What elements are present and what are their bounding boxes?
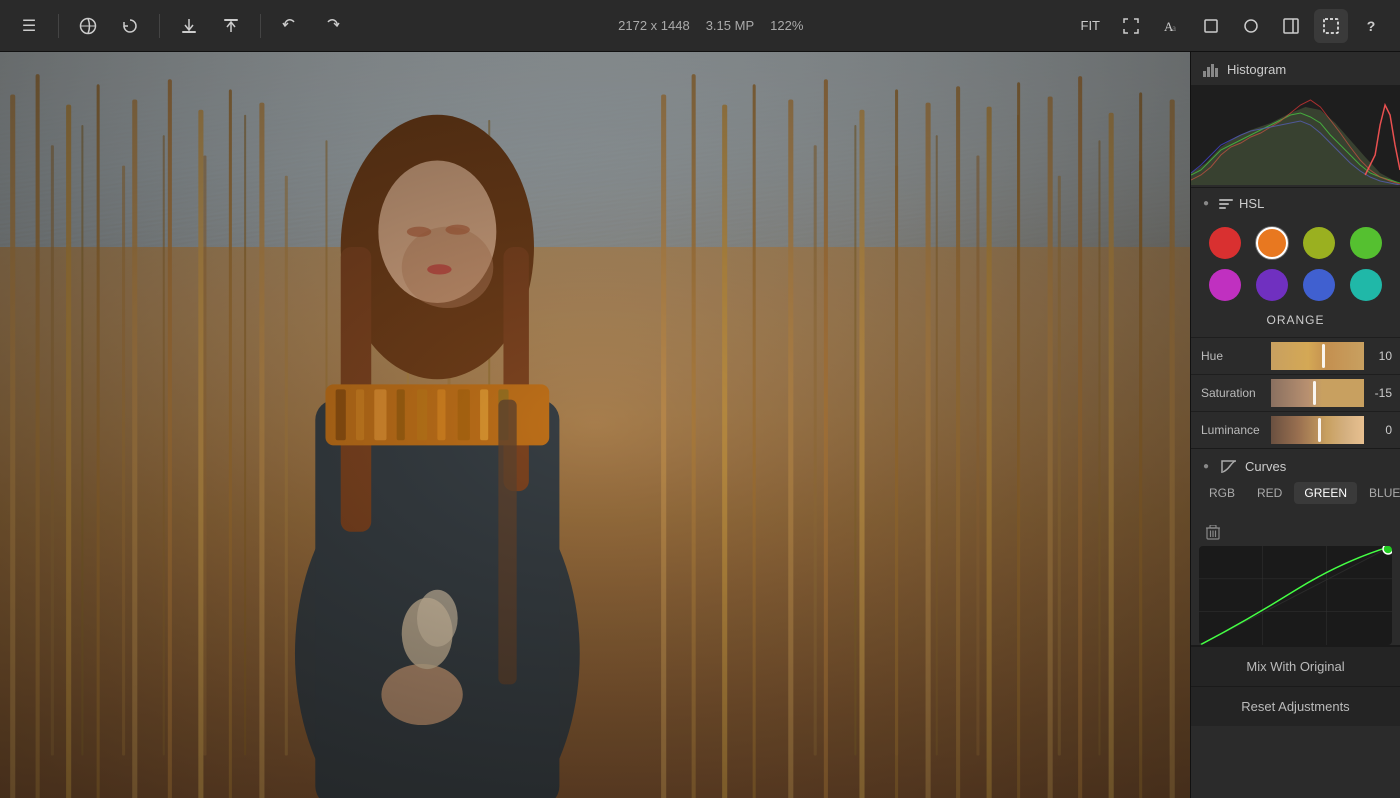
saturation-track-wrap[interactable] [1271, 379, 1364, 407]
luminance-label: Luminance [1191, 417, 1271, 443]
curves-icon [1221, 460, 1237, 474]
compare-button[interactable] [71, 9, 105, 43]
hsl-collapse-icon: ● [1203, 198, 1209, 209]
hue-label: Hue [1191, 343, 1271, 369]
luminance-track[interactable] [1271, 416, 1364, 444]
histogram-header: Histogram [1191, 52, 1400, 85]
color-red[interactable] [1209, 227, 1241, 259]
hue-track-wrap[interactable] [1271, 342, 1364, 370]
right-panel: Histogram [1190, 52, 1400, 798]
color-yellow-green[interactable] [1303, 227, 1335, 259]
color-purple[interactable] [1256, 269, 1288, 301]
image-dimensions: 2172 x 1448 [618, 18, 690, 33]
color-blue[interactable] [1303, 269, 1335, 301]
curves-title: Curves [1245, 459, 1286, 474]
photo-canvas [0, 52, 1190, 798]
hue-track[interactable] [1271, 342, 1364, 370]
download-button[interactable] [172, 9, 206, 43]
toolbar-left: ☰ [12, 9, 349, 43]
fullscreen-button[interactable] [1114, 9, 1148, 43]
hue-slider-row: Hue 10 [1191, 337, 1400, 374]
undo-button[interactable] [273, 9, 307, 43]
divider-1 [58, 14, 59, 38]
color-green[interactable] [1350, 227, 1382, 259]
bottom-section: Mix With Original Reset Adjustments [1191, 645, 1400, 726]
hsl-section: ● HSL ORANGE Hue [1191, 187, 1400, 448]
histogram-canvas [1191, 85, 1400, 185]
saturation-slider-row: Saturation -15 [1191, 374, 1400, 411]
hue-value: 10 [1364, 349, 1400, 363]
history-button[interactable] [113, 9, 147, 43]
curve-tab-red[interactable]: RED [1247, 482, 1292, 504]
menu-button[interactable]: ☰ [12, 9, 46, 43]
mix-with-original-button[interactable]: Mix With Original [1191, 646, 1400, 686]
image-area [0, 52, 1190, 798]
circle-tool-button[interactable] [1234, 9, 1268, 43]
saturation-label: Saturation [1191, 380, 1271, 406]
hsl-title: HSL [1239, 196, 1264, 211]
panel-button[interactable] [1274, 9, 1308, 43]
main-area: Histogram [0, 52, 1400, 798]
photo-svg [0, 52, 1190, 798]
select-tool-button[interactable] [1314, 9, 1348, 43]
histogram-svg [1191, 85, 1400, 185]
curve-toolbar [1191, 512, 1400, 546]
reset-adjustments-button[interactable]: Reset Adjustments [1191, 686, 1400, 726]
curves-collapse-icon: ● [1203, 461, 1209, 472]
toolbar-right: FIT A a [1073, 9, 1389, 43]
hsl-icon [1219, 199, 1233, 209]
color-grid [1191, 219, 1400, 313]
histogram-title: Histogram [1227, 62, 1286, 77]
luminance-thumb[interactable] [1318, 418, 1321, 442]
crop-tool-button[interactable] [1194, 9, 1228, 43]
hsl-header: ● HSL [1191, 188, 1400, 219]
curve-tab-rgb[interactable]: RGB [1199, 482, 1245, 504]
curve-editor[interactable] [1199, 546, 1392, 645]
divider-2 [159, 14, 160, 38]
saturation-track[interactable] [1271, 379, 1364, 407]
curve-tabs: RGB RED GREEN BLUE [1191, 482, 1400, 512]
curve-tab-blue[interactable]: BLUE [1359, 482, 1400, 504]
redo-button[interactable] [315, 9, 349, 43]
svg-text:a: a [1172, 23, 1176, 33]
fit-button[interactable]: FIT [1073, 14, 1109, 37]
color-orange[interactable] [1256, 227, 1288, 259]
saturation-thumb[interactable] [1313, 381, 1316, 405]
toolbar-center: 2172 x 1448 3.15 MP 122% [349, 18, 1073, 33]
delete-curve-button[interactable] [1199, 518, 1227, 546]
color-magenta[interactable] [1209, 269, 1241, 301]
curve-svg [1199, 546, 1392, 645]
image-zoom: 122% [770, 18, 803, 33]
image-megapixels: 3.15 MP [706, 18, 754, 33]
toolbar: ☰ [0, 0, 1400, 52]
text-tool-button[interactable]: A a [1154, 9, 1188, 43]
share-button[interactable] [214, 9, 248, 43]
curve-tab-green[interactable]: GREEN [1294, 482, 1357, 504]
saturation-value: -15 [1364, 386, 1400, 400]
luminance-slider-row: Luminance 0 [1191, 411, 1400, 448]
hue-thumb[interactable] [1322, 344, 1325, 368]
histogram-icon [1203, 63, 1219, 77]
luminance-value: 0 [1364, 423, 1400, 437]
color-cyan[interactable] [1350, 269, 1382, 301]
luminance-track-wrap[interactable] [1271, 416, 1364, 444]
help-button[interactable]: ? [1354, 9, 1388, 43]
curves-header: ● Curves [1191, 449, 1400, 482]
divider-3 [260, 14, 261, 38]
selected-color-label: ORANGE [1191, 313, 1400, 337]
curves-section: ● Curves RGB RED GREEN BLUE [1191, 448, 1400, 645]
